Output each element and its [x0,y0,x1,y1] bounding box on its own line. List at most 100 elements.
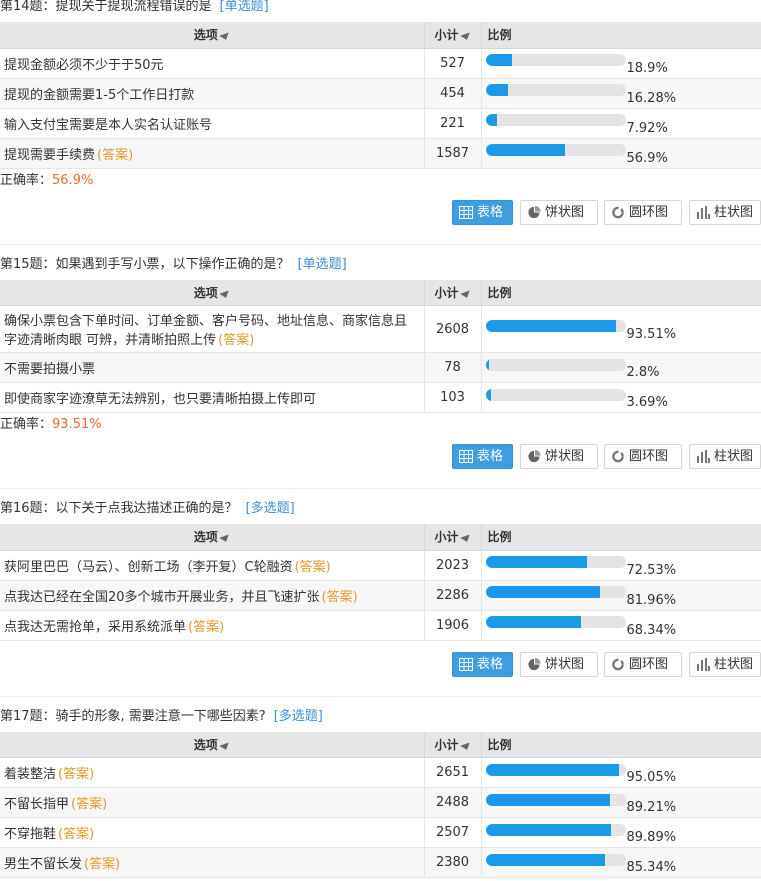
pie-chart-button[interactable]: 饼状图 [520,444,598,469]
sort-icon[interactable] [459,742,472,752]
question-title: 第14题：提现关于提现流程错误的是 [单选题] [0,0,269,14]
percent-cell: 56.9% [481,138,761,169]
percent-text: 2.8% [626,365,660,380]
option-text-cell: 不穿拖鞋 (答案) [0,817,425,848]
pie-chart-icon [528,450,541,463]
option-text: 提现金额必须不少于于50元 [4,57,164,73]
button-label: 圆环图 [629,204,669,220]
bar-chart-button[interactable]: 柱状图 [689,444,761,469]
ring-chart-button[interactable]: 圆环图 [604,444,682,469]
ring-chart-icon [612,658,624,670]
table-row: 不穿拖鞋 (答案) 2507 89.89% [0,817,761,848]
table-header: 选项 小计 比例 [0,279,761,306]
percent-bar [485,586,626,598]
col-option-header[interactable]: 选项 [0,279,425,306]
percent-bar-fill [485,793,611,806]
count-cell: 2507 [424,817,482,848]
table-view-button[interactable]: 表格 [452,651,513,677]
table-row: 提现金额必须不少于于50元 527 18.9% [0,48,761,79]
sort-icon[interactable] [459,32,472,42]
option-text: 获阿里巴巴（马云）、创新工场（李开复）C轮融资 [4,559,293,575]
sort-icon[interactable] [459,290,472,300]
percent-bar [485,84,626,96]
sort-icon[interactable] [219,32,231,42]
col-count-header[interactable]: 小计 [424,524,482,551]
question-type-link[interactable]: [多选题] [246,501,295,516]
sort-icon[interactable] [219,742,231,752]
percent-bar-fill [485,586,601,598]
percent-text: 85.34% [626,860,677,875]
table-view-button[interactable]: 表格 [452,444,513,469]
question-type-link[interactable]: [单选题] [220,0,269,14]
col-option-header[interactable]: 选项 [0,22,425,49]
percent-bar-fill [485,823,612,836]
answer-tag: (答案) [58,827,95,842]
percent-bar [485,144,626,156]
percent-cell: 89.89% [481,817,761,848]
count-cell: 2380 [424,847,482,878]
table-row: 提现的金额需要1-5个工作日打款 454 16.28% [0,78,761,109]
col-percent-header: 比例 [481,731,761,758]
percent-bar-fill [485,616,582,628]
ring-chart-button[interactable]: 圆环图 [604,199,682,225]
percent-bar-fill [485,84,509,96]
table-row: 即使商家字迹潦草无法辨别，也只要清晰拍摄上传即可 103 3.69% [0,382,761,413]
percent-bar [485,320,626,332]
ring-chart-icon [612,206,624,218]
option-text-cell: 不需要拍摄小票 [0,352,425,383]
button-label: 圆环图 [629,449,669,464]
percent-cell: 93.51% [481,305,761,353]
question-15: 第15题：如果遇到手写小票，以下操作正确的是？ [单选题] 选项 小计 比例 确保… [0,257,761,489]
button-label: 饼状图 [545,656,585,672]
sort-icon[interactable] [459,534,472,544]
option-text-cell: 提现需要手续费 (答案) [0,138,425,169]
table-icon [459,657,473,671]
question-type-link[interactable]: [单选题] [298,257,347,272]
col-option-header[interactable]: 选项 [0,524,425,551]
col-count-header[interactable]: 小计 [424,731,482,758]
percent-bar [485,54,626,66]
col-option-header[interactable]: 选项 [0,731,425,758]
pie-chart-button[interactable]: 饼状图 [520,199,598,225]
percent-text: 56.9% [626,150,668,166]
option-text-cell: 提现金额必须不少于于50元 [0,48,425,79]
bar-chart-button[interactable]: 柱状图 [689,651,761,677]
question-16: 第16题：以下关于点我达描述正确的是？ [多选题] 选项 小计 比例 获阿里巴巴（… [0,502,761,697]
percent-bar-fill [485,54,512,66]
percent-bar-fill [485,144,566,156]
option-text: 输入支付宝需要是本人实名认证账号 [4,117,213,133]
col-count-header[interactable]: 小计 [424,22,482,49]
chart-toggle-bar: 表格 饼状图 圆环图 柱状图 [0,199,761,245]
count-cell: 1587 [424,138,482,169]
sort-icon[interactable] [219,534,231,544]
option-text: 确保小票包含下单时间、订单金额、客户号码、地址信息、商家信息且字迹清晰肉眼 可辨… [4,314,408,348]
question-14: 第14题：提现关于提现流程错误的是 [单选题] 选项 小计 比例 提现金额必须不少… [0,0,761,245]
table-row: 提现需要手续费 (答案) 1587 56.9% [0,138,761,169]
count-cell: 527 [424,48,482,79]
table-view-button[interactable]: 表格 [452,199,513,225]
sort-icon[interactable] [219,290,231,300]
ring-chart-icon [612,450,624,463]
col-count-header[interactable]: 小计 [424,279,482,306]
percent-text: 93.51% [626,326,677,342]
option-text-cell: 提现的金额需要1-5个工作日打款 [0,78,425,109]
count-cell: 454 [424,78,482,109]
accuracy-line: 正确率：93.51% [0,417,102,432]
pie-chart-icon [528,657,541,670]
table-row: 不留长指甲 (答案) 2488 89.21% [0,787,761,818]
count-cell: 2023 [424,550,482,581]
bar-chart-button[interactable]: 柱状图 [689,199,761,225]
percent-bar [485,114,626,126]
accuracy-line: 正确率：56.9% [0,172,94,188]
pie-chart-button[interactable]: 饼状图 [520,651,598,677]
option-text-cell: 着装整洁 (答案) [0,757,425,788]
option-text: 不穿拖鞋 [4,827,57,842]
table-row: 点我达已经在全国20多个城市开展业务，并且飞速扩张 (答案) 2286 81.96% [0,580,761,611]
ring-chart-button[interactable]: 圆环图 [604,651,682,677]
question-type-link[interactable]: [多选题] [274,709,323,724]
percent-bar [485,556,626,568]
count-cell: 2651 [424,757,482,788]
option-text-cell: 输入支付宝需要是本人实名认证账号 [0,108,425,139]
percent-cell: 3.69% [481,382,761,413]
chart-toggle-bar: 表格 饼状图 圆环图 柱状图 [0,651,761,697]
